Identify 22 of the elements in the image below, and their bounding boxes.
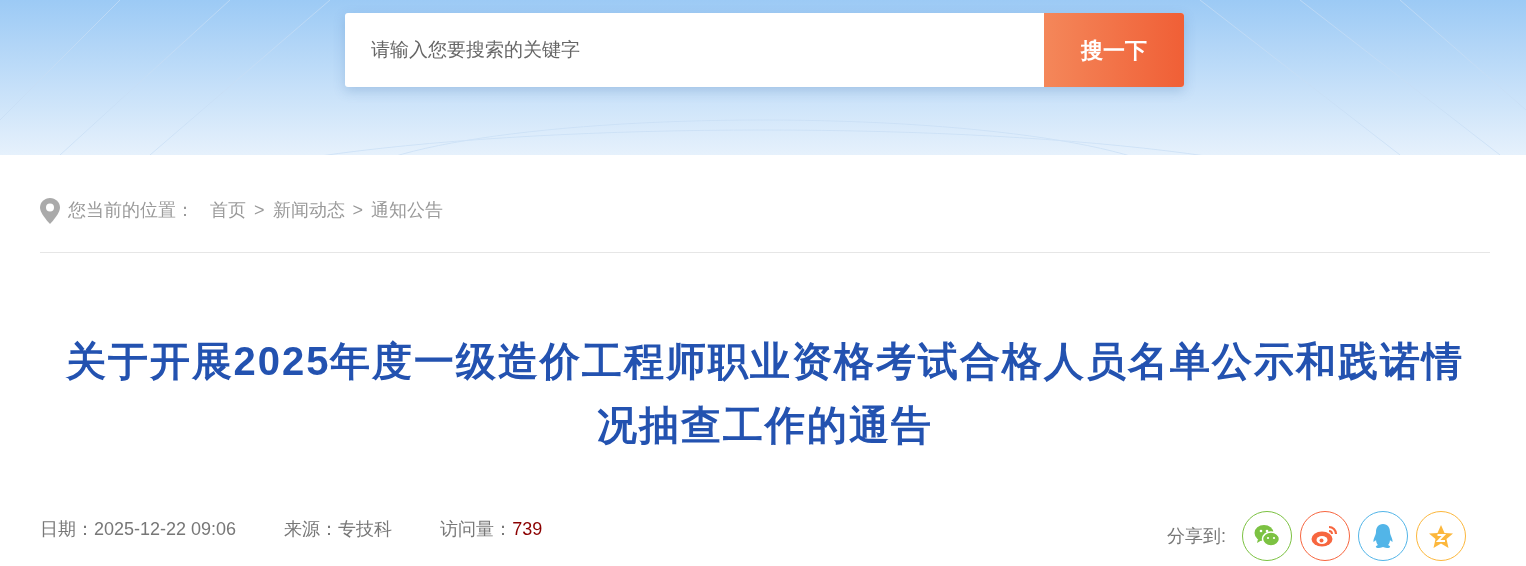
breadcrumb-link[interactable]: 新闻动态 [272, 197, 345, 224]
share-label: 分享到: [1167, 524, 1226, 548]
weibo-eye-icon [1311, 524, 1339, 548]
chat-bubbles-icon [1254, 524, 1280, 548]
breadcrumb-link[interactable]: 通知公告 [371, 197, 444, 224]
article-title: 关于开展2025年度一级造价工程师职业资格考试合格人员名单公示和践诺情况抽查工作的通告 [64, 338, 1466, 449]
meta-field: 访问量：739 [440, 515, 543, 543]
meta-field: 日期：2025-12-22 09:06 [40, 515, 237, 543]
search-button[interactable]: 搜一下 [1044, 13, 1184, 87]
breadcrumb-separator: > [352, 199, 364, 222]
share-button[interactable] [1416, 511, 1466, 561]
share-button[interactable] [1358, 511, 1408, 561]
meta-field: 来源：专技科 [284, 515, 393, 543]
breadcrumb-separator: > [254, 199, 265, 222]
breadcrumb-link[interactable]: 首页 [210, 197, 246, 224]
star-icon [1428, 523, 1454, 549]
share-button[interactable] [1242, 511, 1292, 561]
search-field[interactable]: 请输入您要搜索的关键字 搜一下 [345, 13, 1184, 87]
location-pin-icon [40, 197, 60, 224]
penguin-icon [1372, 523, 1394, 549]
breadcrumb-label: 您当前的位置： [68, 199, 194, 222]
share-button[interactable] [1300, 511, 1350, 561]
